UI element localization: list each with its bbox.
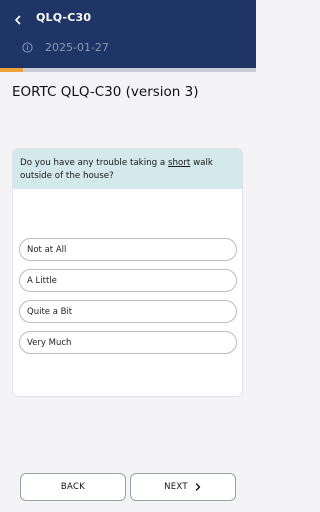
app-header: QLQ-C30 2025-01-27 — [0, 0, 256, 68]
option-not-at-all[interactable]: Not at All — [19, 238, 237, 261]
chevron-left-icon — [15, 15, 21, 25]
next-button[interactable]: NEXT — [130, 473, 236, 501]
question-text: Do you have any trouble taking a short w… — [13, 149, 242, 189]
question-card: Do you have any trouble taking a short w… — [12, 148, 243, 397]
progress-fill — [0, 68, 24, 72]
back-arrow-button[interactable] — [8, 10, 28, 30]
progress-bar — [0, 68, 256, 72]
back-button-label: BACK — [60, 482, 86, 492]
info-icon[interactable] — [22, 42, 33, 53]
back-button[interactable]: BACK — [20, 473, 126, 501]
form-title: EORTC QLQ-C30 (version 3) — [12, 84, 199, 100]
option-a-little[interactable]: A Little — [19, 269, 237, 292]
answer-options: Not at All A Little Quite a Bit Very Muc… — [19, 238, 237, 362]
question-text-start: Do you have any trouble taking a — [20, 158, 168, 168]
question-text-emphasis: short — [167, 158, 191, 168]
option-quite-a-bit[interactable]: Quite a Bit — [19, 300, 237, 323]
chevron-right-icon — [194, 483, 202, 491]
header-title: QLQ-C30 — [36, 11, 92, 24]
header-date: 2025-01-27 — [45, 41, 109, 54]
next-button-label: NEXT — [164, 482, 188, 492]
option-very-much[interactable]: Very Much — [19, 331, 237, 354]
